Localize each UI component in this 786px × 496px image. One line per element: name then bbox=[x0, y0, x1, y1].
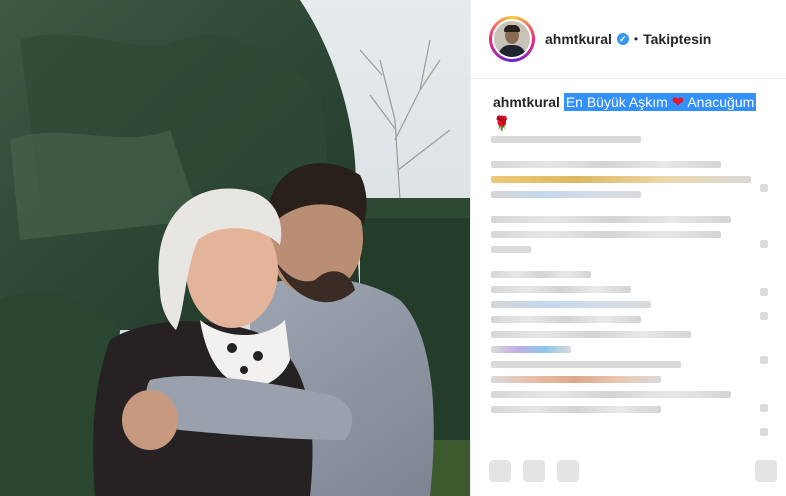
caption-selected-text[interactable]: En Büyük Aşkım ❤ Anacuğum bbox=[563, 93, 757, 111]
blurred-comment-line bbox=[491, 161, 721, 168]
blurred-comment-line bbox=[491, 231, 721, 238]
avatar-image bbox=[494, 21, 530, 57]
save-icon[interactable] bbox=[755, 460, 777, 482]
share-icon[interactable] bbox=[557, 460, 579, 482]
avatar[interactable] bbox=[489, 16, 535, 62]
username-link[interactable]: ahmtkural bbox=[545, 31, 612, 47]
caption-username[interactable]: ahmtkural bbox=[493, 94, 560, 110]
side-panel: ahmtkural ✓ • Takiptesin ahmtkural En Bü… bbox=[470, 0, 786, 496]
post-actions-bar bbox=[489, 460, 779, 484]
caption-text-after: Anacuğum bbox=[687, 94, 755, 110]
comments-list-blurred bbox=[487, 136, 771, 421]
rose-emoji-icon: 🌹 bbox=[493, 115, 511, 131]
following-button[interactable]: Takiptesin bbox=[643, 31, 711, 47]
avatar-body bbox=[498, 45, 526, 57]
blurred-comment-line bbox=[491, 391, 731, 398]
blurred-comment-line bbox=[491, 361, 681, 368]
comment-like-icon[interactable] bbox=[760, 312, 768, 320]
avatar-hair bbox=[504, 25, 520, 32]
blurred-comment-line bbox=[491, 376, 661, 383]
blurred-comment-line bbox=[491, 191, 641, 198]
post-caption: ahmtkural En Büyük Aşkım ❤ Anacuğum 🌹 bbox=[471, 79, 786, 132]
comment-like-icon[interactable] bbox=[760, 184, 768, 192]
blurred-comment-line bbox=[491, 346, 571, 353]
heart-emoji-icon: ❤ bbox=[671, 94, 685, 111]
comment-like-icon[interactable] bbox=[760, 428, 768, 436]
blurred-comment-line bbox=[491, 331, 691, 338]
instagram-post: ahmtkural ✓ • Takiptesin ahmtkural En Bü… bbox=[0, 0, 786, 496]
blurred-comment-line bbox=[491, 406, 661, 413]
blurred-comment-line bbox=[491, 286, 631, 293]
verified-badge-icon: ✓ bbox=[616, 33, 629, 45]
blurred-comment-line bbox=[491, 216, 731, 223]
comment-icon[interactable] bbox=[523, 460, 545, 482]
blurred-comment-line bbox=[491, 301, 651, 308]
comment-like-icon[interactable] bbox=[760, 356, 768, 364]
separator-dot: • bbox=[633, 32, 639, 46]
like-icon[interactable] bbox=[489, 460, 511, 482]
blurred-comment-line bbox=[491, 271, 591, 278]
blurred-comment-line bbox=[491, 246, 531, 253]
post-photo[interactable] bbox=[0, 0, 470, 496]
avatar-frame bbox=[492, 19, 532, 59]
comment-like-icon[interactable] bbox=[760, 240, 768, 248]
blurred-comment-line bbox=[491, 176, 751, 183]
blurred-comment-line bbox=[491, 316, 641, 323]
blurred-comment-line bbox=[491, 136, 641, 143]
post-header: ahmtkural ✓ • Takiptesin bbox=[471, 0, 786, 79]
comment-like-icon[interactable] bbox=[760, 288, 768, 296]
caption-text-before: En Büyük Aşkım bbox=[565, 94, 668, 110]
comment-like-icon[interactable] bbox=[760, 404, 768, 412]
photo-illustration bbox=[0, 0, 470, 496]
